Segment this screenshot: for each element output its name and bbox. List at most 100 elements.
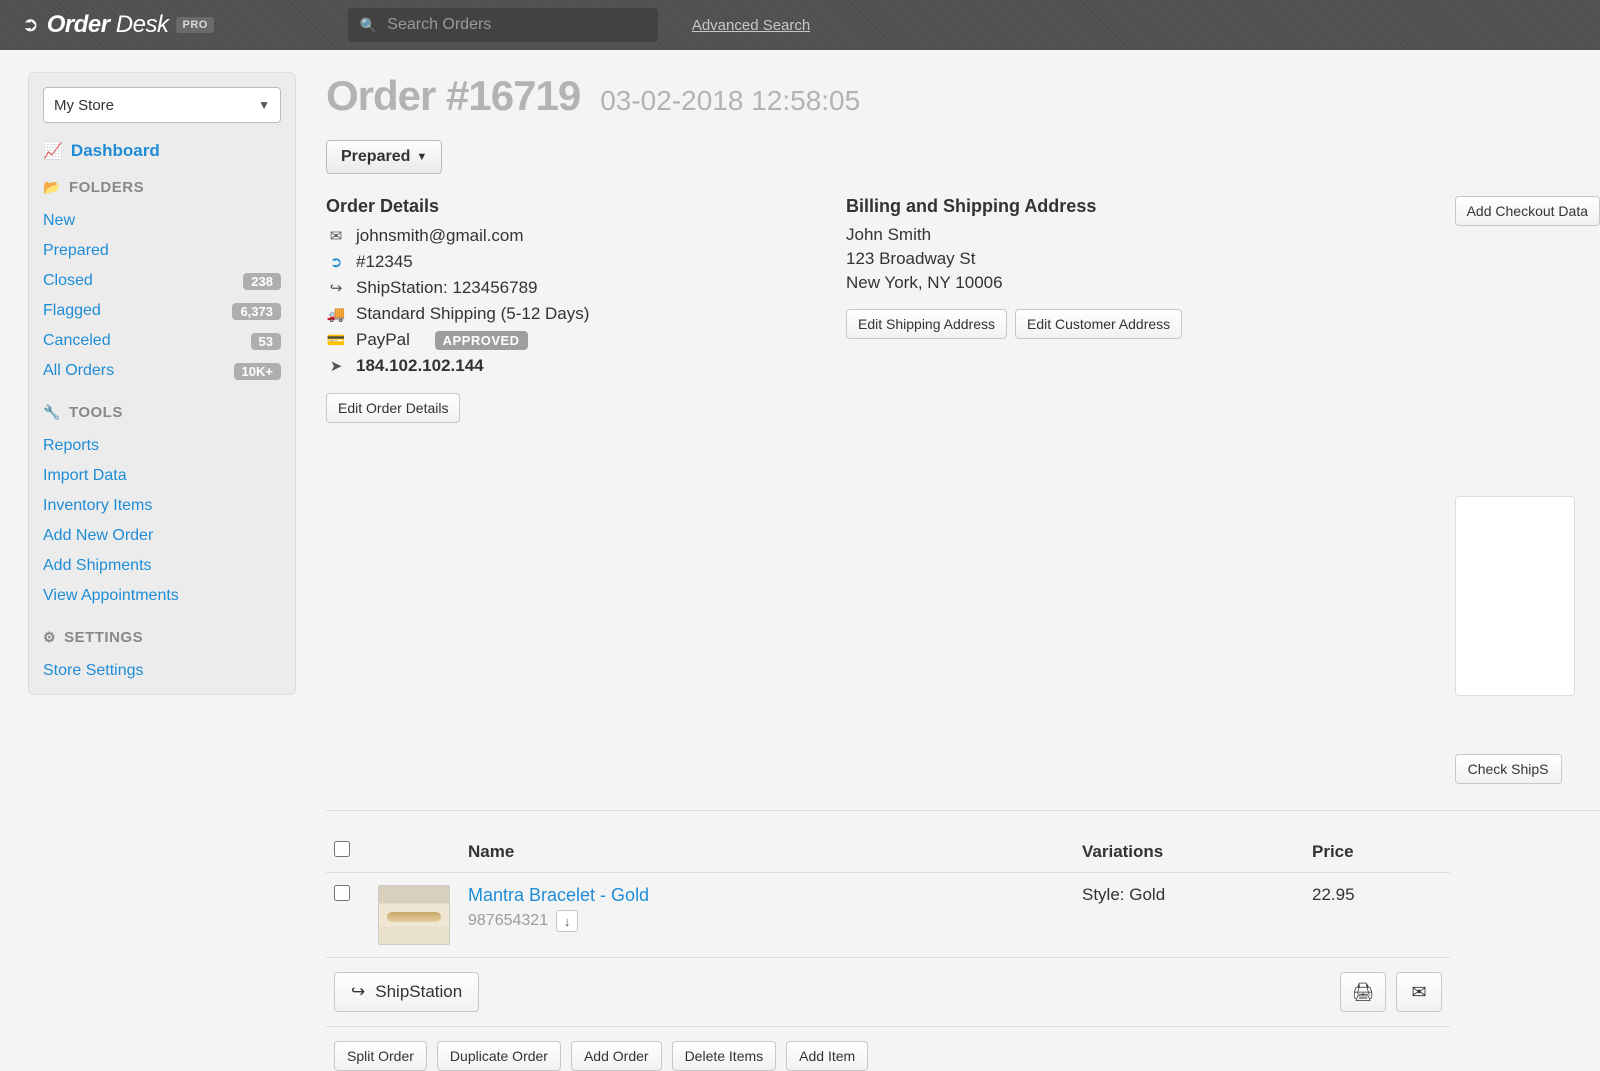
- item-sku: 987654321: [468, 912, 548, 930]
- detail-email: ✉johnsmith@gmail.com: [326, 223, 786, 249]
- items-header-row: Name Variations Price: [326, 831, 1450, 873]
- col-variations: Variations: [1082, 842, 1312, 862]
- edit-order-details-button[interactable]: Edit Order Details: [326, 393, 460, 423]
- address-line1: 123 Broadway St: [846, 247, 1266, 271]
- wrench-icon: 🔧: [43, 404, 61, 421]
- badge-flagged: 6,373: [232, 303, 281, 320]
- sidebar-item-all-orders[interactable]: All Orders10K+: [43, 356, 281, 386]
- page-title: Order #16719: [326, 72, 580, 120]
- detail-shipstation: ↪ShipStation: 123456789: [326, 275, 786, 301]
- sidebar-item-new[interactable]: New: [43, 206, 281, 236]
- order-details: Order Details ✉johnsmith@gmail.com ➲#123…: [326, 196, 786, 423]
- sidebar-item-add-new-order[interactable]: Add New Order: [43, 521, 281, 551]
- detail-payment: 💳PayPal APPROVED: [326, 327, 786, 353]
- item-thumbnail[interactable]: [378, 885, 450, 945]
- dashboard-label: Dashboard: [71, 141, 160, 161]
- folders-heading: 📂 FOLDERS: [43, 179, 281, 196]
- sidebar-item-flagged[interactable]: Flagged6,373: [43, 296, 281, 326]
- sidebar-item-inventory-items[interactable]: Inventory Items: [43, 491, 281, 521]
- chart-area-icon: 📈: [43, 141, 63, 161]
- sidebar-item-reports[interactable]: Reports: [43, 431, 281, 461]
- approved-badge: APPROVED: [435, 331, 528, 350]
- print-icon: 🖨: [1352, 982, 1375, 1003]
- add-item-button[interactable]: Add Item: [786, 1041, 868, 1071]
- right-col: Add Checkout Data Check ShipS: [1455, 196, 1600, 784]
- sidebar-item-add-shipments[interactable]: Add Shipments: [43, 551, 281, 581]
- address-name: John Smith: [846, 223, 1266, 247]
- detail-shipping: 🚚Standard Shipping (5-12 Days): [326, 301, 786, 327]
- shipstation-button[interactable]: ↪ ShipStation: [334, 972, 479, 1012]
- truck-icon: 🚚: [326, 305, 346, 323]
- pro-badge: PRO: [176, 17, 213, 33]
- sidebar-item-prepared[interactable]: Prepared: [43, 236, 281, 266]
- sidebar-item-view-appointments[interactable]: View Appointments: [43, 581, 281, 611]
- add-order-button[interactable]: Add Order: [571, 1041, 662, 1071]
- item-actions-row: ↪ ShipStation 🖨 ✉: [326, 958, 1450, 1027]
- folder-open-icon: 📂: [43, 179, 61, 196]
- print-button[interactable]: 🖨: [1340, 972, 1386, 1012]
- orderdesk-icon: ➲: [326, 253, 346, 271]
- sidebar-item-import-data[interactable]: Import Data: [43, 461, 281, 491]
- item-checkbox[interactable]: [334, 885, 350, 901]
- item-price: 22.95: [1312, 885, 1442, 905]
- logo-text: Order Desk: [47, 11, 169, 39]
- billing-heading: Billing and Shipping Address: [846, 196, 1266, 217]
- search-wrap[interactable]: 🔍: [348, 8, 658, 42]
- share-icon: ↪: [326, 279, 346, 297]
- download-icon[interactable]: ↓: [556, 910, 578, 932]
- email-button[interactable]: ✉: [1396, 972, 1442, 1012]
- status-dropdown[interactable]: Prepared ▼: [326, 140, 442, 174]
- topbar: ➲ Order Desk PRO 🔍 Advanced Search: [0, 0, 1600, 50]
- caret-down-icon: ▼: [416, 151, 427, 163]
- settings-heading: ⚙ SETTINGS: [43, 629, 281, 646]
- edit-shipping-address-button[interactable]: Edit Shipping Address: [846, 309, 1007, 339]
- item-variation: Style: Gold: [1082, 885, 1312, 905]
- edit-customer-address-button[interactable]: Edit Customer Address: [1015, 309, 1182, 339]
- sidebar-item-dashboard[interactable]: 📈 Dashboard: [43, 141, 281, 161]
- badge-canceled: 53: [251, 333, 281, 350]
- status-label: Prepared: [341, 148, 410, 166]
- badge-closed: 238: [243, 273, 281, 290]
- add-checkout-data-button[interactable]: Add Checkout Data: [1455, 196, 1600, 226]
- billing-shipping: Billing and Shipping Address John Smith …: [846, 196, 1266, 339]
- items-table: Name Variations Price Mantra Bracelet - …: [326, 831, 1450, 1071]
- right-panel-placeholder: [1455, 496, 1575, 696]
- logo-swoosh-icon: ➲: [22, 15, 39, 35]
- col-price: Price: [1312, 842, 1442, 862]
- select-all-checkbox[interactable]: [334, 841, 350, 857]
- order-timestamp: 03-02-2018 12:58:05: [600, 85, 860, 117]
- item-name-link[interactable]: Mantra Bracelet - Gold: [468, 885, 649, 905]
- divider: [326, 810, 1600, 811]
- envelope-icon: ✉: [326, 227, 346, 245]
- sidebar-item-store-settings[interactable]: Store Settings: [43, 656, 281, 686]
- duplicate-order-button[interactable]: Duplicate Order: [437, 1041, 561, 1071]
- sidebar-item-canceled[interactable]: Canceled53: [43, 326, 281, 356]
- split-order-button[interactable]: Split Order: [334, 1041, 427, 1071]
- sidebar: My Store ▼ 📈 Dashboard 📂 FOLDERS New Pre…: [28, 72, 296, 695]
- store-select[interactable]: My Store ▼: [43, 87, 281, 123]
- search-icon: 🔍: [360, 17, 377, 34]
- logo: ➲ Order Desk PRO: [22, 11, 214, 39]
- address-line2: New York, NY 10006: [846, 271, 1266, 295]
- main: Order #16719 03-02-2018 12:58:05 Prepare…: [326, 72, 1600, 1071]
- item-row: Mantra Bracelet - Gold 987654321 ↓ Style…: [326, 873, 1450, 958]
- delete-items-button[interactable]: Delete Items: [672, 1041, 777, 1071]
- detail-ip: ➤184.102.102.144: [326, 353, 786, 379]
- check-shipstation-button[interactable]: Check ShipS: [1455, 754, 1562, 784]
- location-arrow-icon: ➤: [326, 357, 346, 375]
- detail-internal-id: ➲#12345: [326, 249, 786, 275]
- store-select-label: My Store: [54, 97, 114, 114]
- tools-heading: 🔧 TOOLS: [43, 404, 281, 421]
- advanced-search-link[interactable]: Advanced Search: [692, 17, 810, 34]
- details-heading: Order Details: [326, 196, 786, 217]
- order-title: Order #16719 03-02-2018 12:58:05: [326, 72, 1600, 120]
- col-name: Name: [468, 842, 1082, 862]
- envelope-icon: ✉: [1411, 982, 1426, 1003]
- caret-down-icon: ▼: [258, 98, 270, 112]
- share-icon: ↪: [351, 982, 365, 1002]
- order-actions-row: Split Order Duplicate Order Add Order De…: [326, 1027, 1450, 1071]
- search-input[interactable]: [387, 16, 646, 34]
- badge-all: 10K+: [234, 363, 281, 380]
- gear-icon: ⚙: [43, 629, 56, 646]
- sidebar-item-closed[interactable]: Closed238: [43, 266, 281, 296]
